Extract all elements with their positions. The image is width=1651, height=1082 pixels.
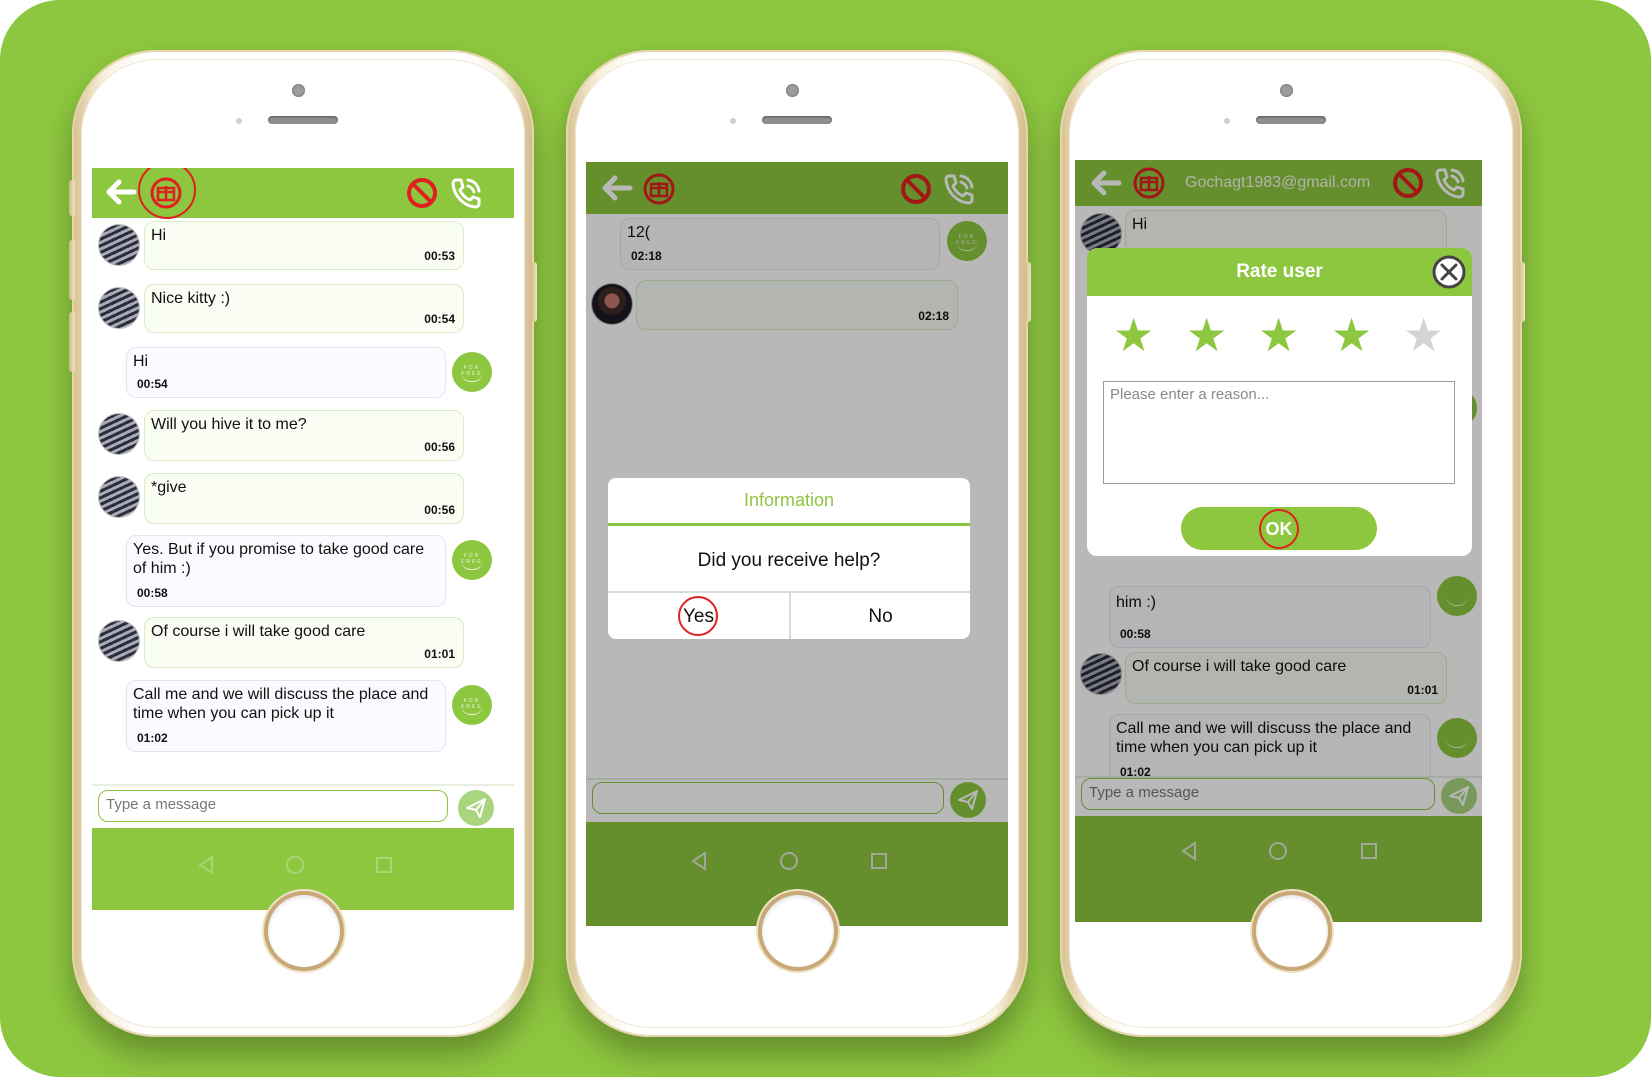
message-bubble: Nice kitty :) 00:54: [144, 284, 464, 333]
dialog-header: Rate user: [1087, 248, 1472, 296]
star-rating: ★ ★ ★ ★ ★: [1087, 312, 1472, 362]
proximity-sensor: [236, 118, 242, 124]
nav-home-icon[interactable]: [284, 854, 306, 876]
message-text: *give: [151, 479, 187, 496]
avatar: [99, 621, 139, 661]
earpiece-speaker: [762, 116, 832, 124]
star-icon[interactable]: ★: [1113, 312, 1154, 358]
proximity-sensor: [1224, 118, 1230, 124]
message-time: 01:02: [137, 731, 168, 745]
no-button[interactable]: No: [791, 593, 970, 639]
compose-bar: Type a message: [92, 784, 514, 828]
message-text: Of course i will take good care: [151, 623, 366, 640]
phone-call-icon[interactable]: [448, 175, 484, 211]
ok-button[interactable]: OK: [1181, 507, 1377, 550]
chat-screen-dimmed: 12( 02:18 FOR FREE 02:18 Information Did…: [586, 162, 1008, 926]
star-icon[interactable]: ★: [1186, 312, 1227, 358]
star-icon[interactable]: ★: [1258, 312, 1299, 358]
power-button: [531, 262, 537, 322]
my-avatar: FOR FREE: [452, 540, 492, 580]
my-avatar: FOR FREE: [452, 352, 492, 392]
yes-button[interactable]: Yes: [608, 593, 789, 639]
home-button: [1256, 895, 1328, 967]
send-icon: [466, 798, 486, 818]
dialog-title: Information: [743, 490, 835, 510]
reason-textarea[interactable]: Please enter a reason...: [1103, 381, 1455, 484]
front-camera: [292, 84, 305, 97]
message-time: 00:56: [424, 440, 455, 454]
message-bubble: Will you hive it to me? 00:56: [144, 410, 464, 461]
phone-mockup-3: Gochagt1983@gmail.com Hi him :) 00:58 Of…: [1060, 50, 1525, 1037]
star-icon[interactable]: ★: [1403, 312, 1444, 358]
power-button: [1025, 262, 1031, 322]
message-text: Nice kitty :): [151, 290, 231, 307]
send-button[interactable]: [458, 790, 494, 826]
front-camera: [786, 84, 799, 97]
message-bubble: Hi 00:54: [126, 347, 446, 398]
message-bubble: Yes. But if you promise to take good car…: [126, 535, 446, 607]
message-time: 00:58: [137, 586, 168, 600]
information-dialog: Information Did you receive help? Yes No: [608, 478, 970, 639]
ok-highlight-circle: [1259, 509, 1299, 549]
avatar: [99, 225, 139, 265]
home-button: [268, 895, 340, 967]
message-input[interactable]: Type a message: [98, 790, 448, 822]
message-time: 00:56: [424, 503, 455, 517]
block-icon[interactable]: [405, 176, 439, 210]
avatar: [99, 477, 139, 517]
rate-user-dialog: Rate user ★ ★ ★ ★ ★ Please enter a reaso…: [1087, 248, 1472, 556]
yes-highlight-circle: [678, 596, 718, 636]
chat-screen: Hi 00:53 Nice kitty :) 00:54 Hi 00:54 FO…: [92, 168, 514, 910]
earpiece-speaker: [268, 116, 338, 124]
phone-mockup-1: Hi 00:53 Nice kitty :) 00:54 Hi 00:54 FO…: [69, 50, 537, 1037]
dialog-title: Rate user: [1236, 261, 1323, 282]
avatar: [99, 288, 139, 328]
dialog-message: Did you receive help?: [697, 550, 881, 571]
volume-button: [69, 240, 75, 300]
volume-button: [69, 312, 75, 372]
front-camera: [1280, 84, 1293, 97]
message-time: 00:54: [137, 377, 168, 391]
message-text: Will you hive it to me?: [151, 416, 307, 433]
nav-recent-icon[interactable]: [374, 854, 394, 876]
message-text: Hi: [151, 227, 167, 244]
message-bubble: *give 00:56: [144, 473, 464, 524]
earpiece-speaker: [1256, 116, 1326, 124]
back-arrow-icon[interactable]: [104, 177, 138, 207]
message-bubble: Call me and we will discuss the place an…: [126, 680, 446, 752]
message-time: 00:54: [424, 312, 455, 326]
phone-mockup-2: 12( 02:18 FOR FREE 02:18 Information Did…: [566, 50, 1031, 1037]
message-text: Call me and we will discuss the place an…: [133, 686, 429, 722]
dialog-title-divider: [608, 523, 970, 526]
volume-button: [69, 180, 75, 216]
message-text: Hi: [133, 353, 149, 370]
message-bubble: Hi 00:53: [144, 221, 464, 270]
message-bubble: Of course i will take good care 01:01: [144, 617, 464, 668]
close-icon[interactable]: [1431, 254, 1467, 290]
star-icon[interactable]: ★: [1331, 312, 1372, 358]
proximity-sensor: [730, 118, 736, 124]
chat-screen-dimmed: Gochagt1983@gmail.com Hi him :) 00:58 Of…: [1075, 160, 1482, 922]
no-button-label: No: [868, 606, 893, 627]
avatar: [99, 414, 139, 454]
message-text: Yes. But if you promise to take good car…: [133, 541, 425, 577]
message-time: 01:01: [424, 647, 455, 661]
power-button: [1519, 262, 1525, 322]
showcase-background: Hi 00:53 Nice kitty :) 00:54 Hi 00:54 FO…: [0, 0, 1651, 1077]
message-time: 00:53: [424, 249, 455, 263]
nav-back-icon[interactable]: [196, 854, 216, 876]
my-avatar: FOR FREE: [452, 685, 492, 725]
home-button: [762, 895, 834, 967]
